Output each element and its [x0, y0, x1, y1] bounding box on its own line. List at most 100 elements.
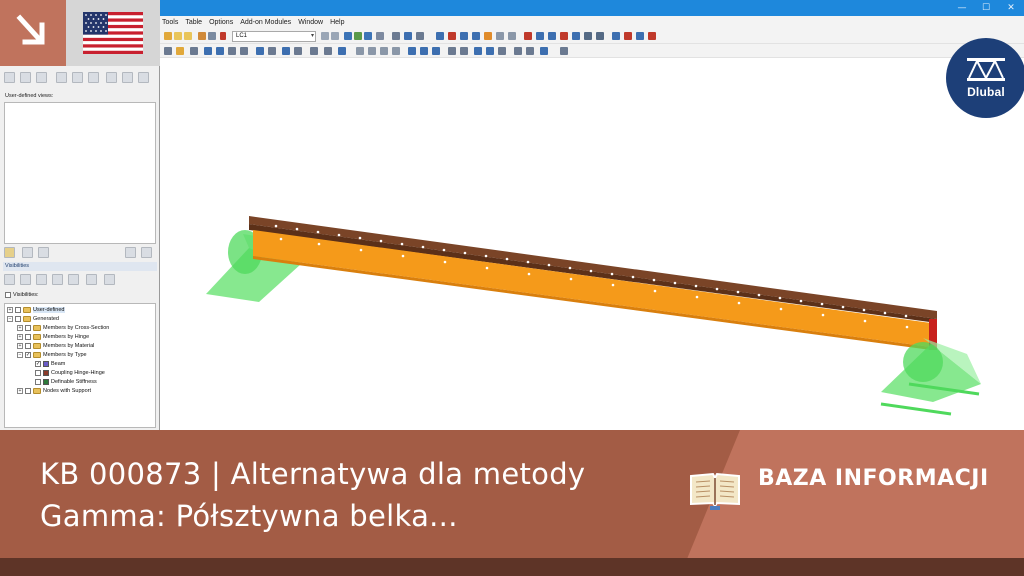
close-icon[interactable]: ✕ — [1003, 1, 1019, 15]
section-icon[interactable] — [392, 32, 400, 40]
highlight-icon[interactable] — [484, 32, 492, 40]
grid-icon[interactable] — [536, 32, 544, 40]
view-left-button[interactable] — [88, 72, 99, 83]
view-front-button[interactable] — [56, 72, 67, 83]
measure-icon[interactable] — [524, 32, 532, 40]
tree-item[interactable]: − Generated — [7, 315, 59, 323]
view-color-button[interactable] — [36, 72, 47, 83]
table-icon[interactable] — [208, 32, 216, 40]
view-back-button[interactable] — [72, 72, 83, 83]
axis-z-icon[interactable] — [380, 47, 388, 55]
delete-view-button[interactable] — [141, 247, 152, 258]
view-top-button[interactable] — [122, 72, 133, 83]
visibility-solids-button[interactable] — [68, 274, 79, 285]
zoom-icon[interactable] — [436, 32, 444, 40]
info-icon[interactable] — [636, 32, 644, 40]
comment-icon[interactable] — [324, 47, 332, 55]
solid-icon[interactable] — [508, 32, 516, 40]
calculate-icon[interactable] — [344, 32, 352, 40]
pan-icon[interactable] — [448, 32, 456, 40]
grid-settings-icon[interactable] — [448, 47, 456, 55]
open-folder-icon[interactable] — [174, 32, 182, 40]
tree-item[interactable]: + Nodes with Support — [17, 387, 91, 395]
iso-view-icon[interactable] — [472, 32, 480, 40]
print-graphic-icon[interactable] — [540, 47, 548, 55]
minimize-icon[interactable]: — — [954, 1, 970, 15]
tree-checkbox[interactable] — [15, 307, 21, 313]
visibility-supports-button[interactable] — [86, 274, 97, 285]
plane-xy-icon[interactable] — [408, 47, 416, 55]
tree-item[interactable]: + User-defined — [7, 306, 65, 314]
print-icon[interactable] — [198, 32, 206, 40]
tree-item[interactable]: ✓ Beam — [35, 360, 65, 368]
tree-checkbox[interactable] — [25, 325, 31, 331]
view-save-button[interactable] — [4, 72, 15, 83]
visibility-members-button[interactable] — [36, 274, 47, 285]
move-icon[interactable] — [596, 32, 604, 40]
visibility-surfaces-button[interactable] — [52, 274, 63, 285]
surface-icon[interactable] — [228, 47, 236, 55]
tree-item[interactable]: Definable Stiffness — [35, 378, 97, 386]
maximize-icon[interactable]: ☐ — [978, 1, 994, 15]
menu-window[interactable]: Window — [298, 16, 323, 29]
model-viewport[interactable] — [161, 58, 1024, 430]
line-icon[interactable] — [176, 47, 184, 55]
menu-table[interactable]: Table — [185, 16, 202, 29]
menu-add-on-modules[interactable]: Add-on Modules — [240, 16, 291, 29]
language-badge[interactable] — [66, 0, 160, 66]
tree-checkbox[interactable]: ✓ — [35, 361, 41, 367]
axis-y-icon[interactable] — [368, 47, 376, 55]
visibility-loads-button[interactable] — [104, 274, 115, 285]
link-badge[interactable] — [0, 0, 66, 66]
expander-icon[interactable]: − — [17, 352, 23, 358]
visibilities-checkbox[interactable] — [5, 292, 11, 298]
report-icon[interactable] — [560, 47, 568, 55]
show-results-icon[interactable] — [364, 32, 372, 40]
set-icon[interactable] — [256, 47, 264, 55]
visibilities-toggle[interactable]: Visibilities: — [5, 292, 39, 298]
combination-icon[interactable] — [294, 47, 302, 55]
new-file-icon[interactable] — [164, 32, 172, 40]
tree-item[interactable]: + Members by Cross-Section — [17, 324, 109, 332]
tree-checkbox[interactable] — [25, 388, 31, 394]
tree-checkbox[interactable]: ✓ — [25, 352, 31, 358]
tree-checkbox[interactable] — [35, 379, 41, 385]
visibility-lines-button[interactable] — [20, 274, 31, 285]
view-right-button[interactable] — [106, 72, 117, 83]
selection-icon[interactable] — [612, 32, 620, 40]
delete-icon[interactable] — [560, 32, 568, 40]
mirror-icon[interactable] — [584, 32, 592, 40]
member-icon[interactable] — [190, 47, 198, 55]
next-icon[interactable] — [331, 32, 339, 40]
wireframe-icon[interactable] — [496, 32, 504, 40]
ortho-icon[interactable] — [486, 47, 494, 55]
menu-options[interactable]: Options — [209, 16, 233, 29]
user-defined-views-list[interactable] — [4, 102, 156, 244]
filter-icon[interactable] — [624, 32, 632, 40]
tree-item[interactable]: − ✓ Members by Type — [17, 351, 87, 359]
coordinate-icon[interactable] — [392, 47, 400, 55]
view-bottom-button[interactable] — [138, 72, 149, 83]
tree-checkbox[interactable] — [25, 334, 31, 340]
hinge-icon[interactable] — [216, 47, 224, 55]
settings-icon[interactable] — [648, 32, 656, 40]
values-icon[interactable] — [376, 32, 384, 40]
snap-icon[interactable] — [548, 32, 556, 40]
opening-icon[interactable] — [268, 47, 276, 55]
expander-icon[interactable]: + — [17, 334, 23, 340]
expander-icon[interactable]: + — [7, 307, 13, 313]
copy-view-button[interactable] — [38, 247, 49, 258]
view-icon[interactable] — [404, 32, 412, 40]
node-icon[interactable] — [164, 47, 172, 55]
tree-checkbox[interactable] — [35, 370, 41, 376]
rename-view-button[interactable] — [125, 247, 136, 258]
tree-item[interactable]: + Members by Material — [17, 342, 94, 350]
previous-icon[interactable] — [321, 32, 329, 40]
plane-yz-icon[interactable] — [432, 47, 440, 55]
expander-icon[interactable]: + — [17, 325, 23, 331]
save-icon[interactable] — [184, 32, 192, 40]
tree-item[interactable]: Coupling Hinge-Hinge — [35, 369, 105, 377]
render-icon[interactable] — [416, 32, 424, 40]
load-case-select[interactable]: LC1 ▾ — [232, 31, 316, 42]
load-icon[interactable] — [282, 47, 290, 55]
